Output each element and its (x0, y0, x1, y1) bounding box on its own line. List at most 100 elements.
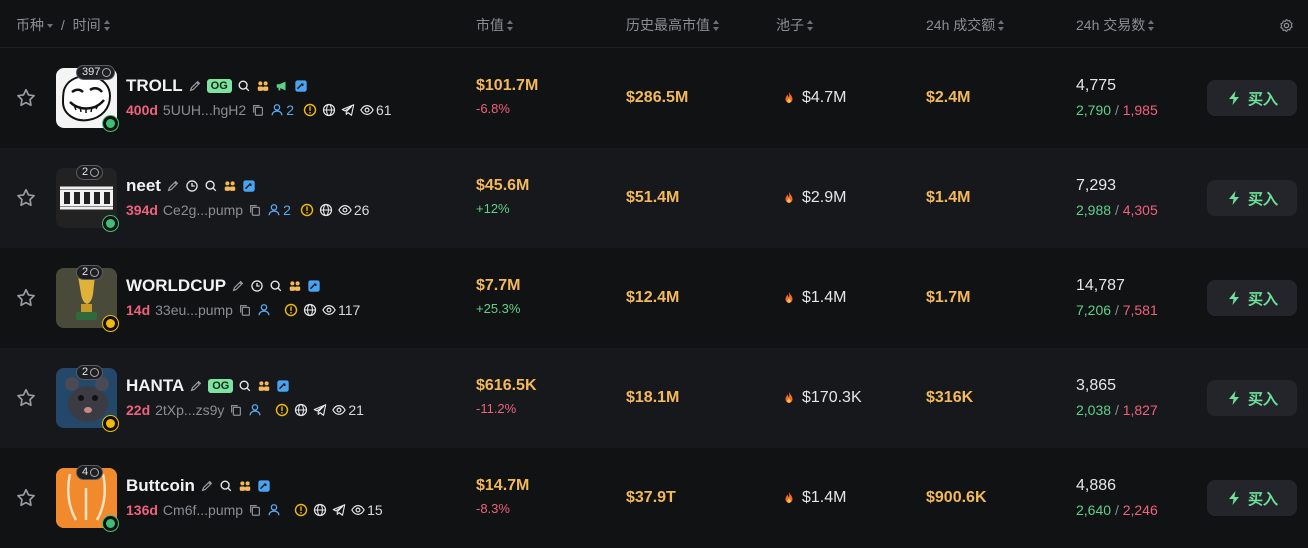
pool-header[interactable]: 池子 (776, 0, 814, 48)
telegram-icon[interactable] (332, 503, 346, 517)
search-icon[interactable] (269, 279, 283, 293)
copy-icon[interactable] (248, 203, 262, 217)
token-name[interactable]: neet (126, 176, 161, 196)
pool-liquidity: $1.4M (782, 289, 846, 307)
volume-header[interactable]: 24h 成交额 (926, 0, 1005, 48)
gear-icon[interactable] (1279, 18, 1294, 33)
globe-icon[interactable] (313, 503, 327, 517)
token-name[interactable]: TROLL (126, 76, 183, 96)
telegram-icon[interactable] (313, 403, 327, 417)
bolt-icon (1226, 190, 1242, 206)
coin-header[interactable]: 币种 (16, 17, 44, 33)
volume-24h: $316K (926, 389, 974, 406)
coin-time-sort[interactable]: 币种 / 时间 (16, 0, 111, 48)
views-count: 117 (322, 302, 360, 318)
token-name[interactable]: WORLDCUP (126, 276, 226, 296)
fire-icon (782, 191, 796, 205)
twitter-icon[interactable] (276, 379, 290, 393)
buy-button[interactable]: 买入 (1207, 80, 1297, 116)
sort-icon (103, 20, 111, 31)
buy-button[interactable]: 买入 (1207, 380, 1297, 416)
og-badge: OG (208, 379, 234, 393)
token-name[interactable]: HANTA (126, 376, 184, 396)
market-cap: $7.7M (476, 277, 521, 294)
clock-icon (185, 179, 199, 193)
star-icon[interactable] (15, 387, 37, 409)
market-cap: $14.7M (476, 477, 530, 494)
search-icon[interactable] (237, 79, 251, 93)
dex-badge-icon (102, 215, 119, 232)
txs-24h: 4,775 (1076, 77, 1117, 94)
alert-icon (303, 103, 317, 117)
edit-icon[interactable] (189, 379, 203, 393)
market-cap: $101.7M (476, 77, 539, 94)
star-icon[interactable] (15, 287, 37, 309)
edit-icon[interactable] (231, 279, 245, 293)
copy-icon[interactable] (248, 503, 262, 517)
telegram-icon[interactable] (341, 103, 355, 117)
buy-sell-count: 7,206 / 7,581 (1076, 302, 1158, 318)
token-name[interactable]: Buttcoin (126, 476, 195, 496)
token-address: 33eu...pump (155, 302, 233, 318)
globe-icon[interactable] (294, 403, 308, 417)
twitter-icon[interactable] (294, 79, 308, 93)
globe-icon[interactable] (322, 103, 336, 117)
twitter-icon[interactable] (307, 279, 321, 293)
buy-button[interactable]: 买入 (1207, 480, 1297, 516)
header-slash: / (60, 17, 65, 33)
dex-badge-icon (102, 515, 119, 532)
ath-mcap: $51.4M (626, 189, 680, 206)
token-address: Cm6f...pump (162, 502, 244, 518)
globe-icon[interactable] (319, 203, 333, 217)
ath-header[interactable]: 历史最高市值 (626, 0, 720, 48)
copy-icon[interactable] (238, 303, 252, 317)
star-icon[interactable] (15, 187, 37, 209)
txs-24h: 3,865 (1076, 377, 1117, 394)
community-icon (288, 279, 302, 293)
star-icon[interactable] (15, 487, 37, 509)
pool-liquidity: $1.4M (782, 489, 846, 507)
views-count: 26 (338, 202, 369, 218)
edit-icon[interactable] (200, 479, 214, 493)
edit-icon[interactable] (188, 79, 202, 93)
ath-mcap: $286.5M (626, 89, 689, 106)
mcap-header[interactable]: 市值 (476, 0, 514, 48)
price-change: -6.8% (476, 101, 510, 116)
table-row[interactable]: 397 TROLL OG 400d 5UUH...hgH2 2 61 $101.… (0, 48, 1308, 148)
holders-badge: 2 (76, 265, 104, 280)
ath-mcap: $18.1M (626, 389, 680, 406)
txs-header[interactable]: 24h 交易数 (1076, 0, 1155, 48)
table-row[interactable]: 4 Buttcoin 136d Cm6f...pump 15 $14.7M -8… (0, 448, 1308, 548)
community-icon (257, 379, 271, 393)
star-icon[interactable] (15, 87, 37, 109)
views-count: 15 (351, 502, 383, 518)
price-change: +25.3% (476, 301, 521, 316)
eye-icon (351, 503, 365, 517)
buy-button[interactable]: 买入 (1207, 180, 1297, 216)
user-icon (267, 203, 281, 217)
edit-icon[interactable] (166, 179, 180, 193)
holders-badge: 2 (76, 165, 104, 180)
twitter-icon[interactable] (257, 479, 271, 493)
search-icon[interactable] (204, 179, 218, 193)
table-row[interactable]: 2 neet 394d Ce2g...pump 2 26 $45.6M +12%… (0, 148, 1308, 248)
copy-icon[interactable] (251, 103, 265, 117)
sort-icon (998, 20, 1005, 31)
globe-icon[interactable] (303, 303, 317, 317)
volume-24h: $2.4M (926, 89, 971, 106)
holders-count (257, 303, 271, 317)
table-row[interactable]: 2 WORLDCUP 14d 33eu...pump 117 $7.7M +25… (0, 248, 1308, 348)
search-icon[interactable] (238, 379, 252, 393)
pool-liquidity: $4.7M (782, 89, 846, 107)
dex-badge-icon (102, 415, 119, 432)
twitter-icon[interactable] (242, 179, 256, 193)
holders-count (267, 503, 281, 517)
copy-icon[interactable] (229, 403, 243, 417)
table-header: 币种 / 时间 市值 历史最高市值 池子 24h 成交额 24h 交易数 (0, 0, 1308, 48)
table-row[interactable]: 2 HANTA OG 22d 2tXp...zs9y 21 $616.5K -1… (0, 348, 1308, 448)
sort-icon (713, 20, 720, 31)
buy-button[interactable]: 买入 (1207, 280, 1297, 316)
user-icon (267, 503, 281, 517)
search-icon[interactable] (219, 479, 233, 493)
time-header[interactable]: 时间 (73, 17, 101, 33)
